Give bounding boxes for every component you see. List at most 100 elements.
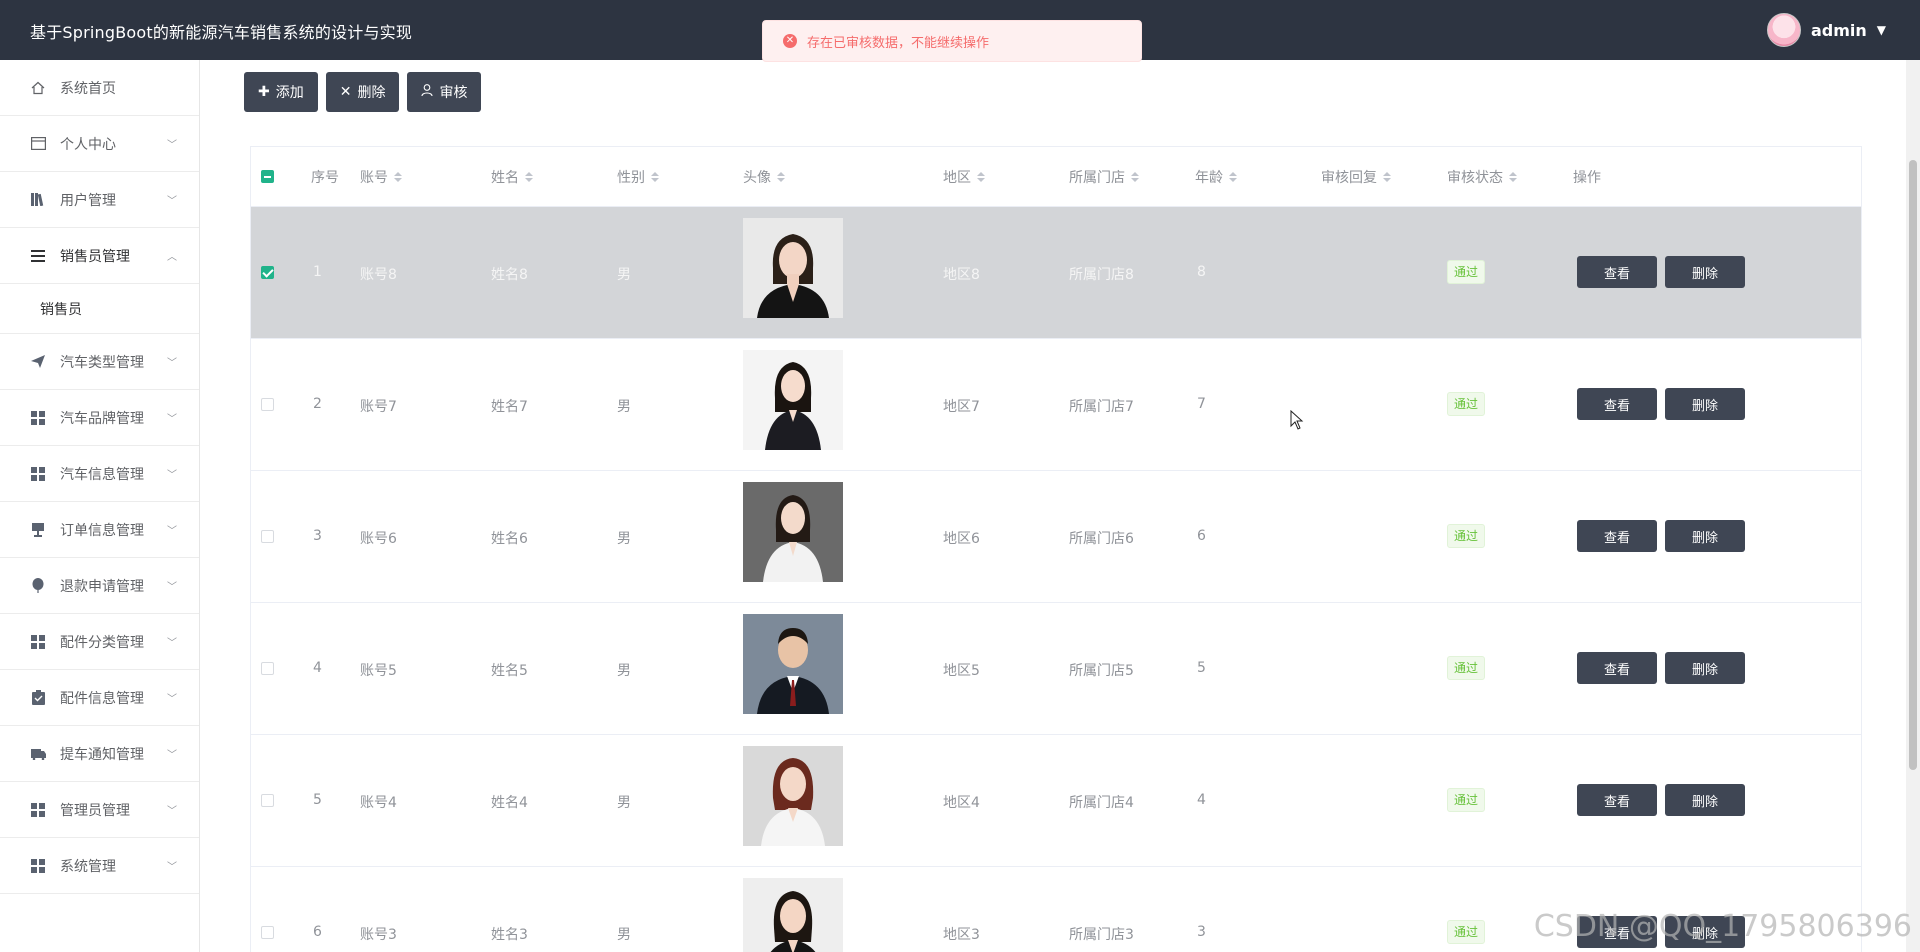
sidebar-item-parts-category[interactable]: 配件分类管理 ﹀ xyxy=(0,614,199,670)
chevron-down-icon: ﹀ xyxy=(167,358,177,369)
cell-region: 地区4 xyxy=(943,795,980,811)
sidebar-item-parts-info[interactable]: 配件信息管理 ﹀ xyxy=(0,670,199,726)
cell-index: 1 xyxy=(313,264,322,280)
row-checkbox[interactable] xyxy=(261,662,274,675)
sidebar-item-pickup-notice[interactable]: 提车通知管理 ﹀ xyxy=(0,726,199,782)
header-region[interactable]: 地区 xyxy=(943,167,985,187)
grid-icon xyxy=(30,634,46,650)
data-table: 序号 账号 姓名 性别 头像 地区 所属门店 年龄 审核回复 审核状态 操作 1… xyxy=(250,146,1862,952)
view-button[interactable]: 查看 xyxy=(1577,388,1657,420)
scrollbar-thumb[interactable] xyxy=(1909,160,1917,770)
cell-gender: 男 xyxy=(617,531,631,547)
chevron-down-icon: ﹀ xyxy=(167,582,177,593)
view-button[interactable]: 查看 xyxy=(1577,652,1657,684)
row-checkbox[interactable] xyxy=(261,794,274,807)
sidebar-item-car-type[interactable]: 汽车类型管理 ﹀ xyxy=(0,334,199,390)
add-button[interactable]: ✚ 添加 xyxy=(244,72,318,112)
avatar-photo[interactable] xyxy=(743,350,843,450)
header-photo[interactable]: 头像 xyxy=(743,167,785,187)
sidebar-item-profile[interactable]: 个人中心 ﹀ xyxy=(0,116,199,172)
chevron-down-icon: ﹀ xyxy=(167,862,177,873)
sidebar-item-car-brand[interactable]: 汽车品牌管理 ﹀ xyxy=(0,390,199,446)
row-delete-button[interactable]: 删除 xyxy=(1665,520,1745,552)
avatar-photo[interactable] xyxy=(743,218,843,318)
view-button[interactable]: 查看 xyxy=(1577,784,1657,816)
cell-region: 地区8 xyxy=(943,267,980,283)
toast-message: 存在已审核数据，不能继续操作 xyxy=(807,35,990,51)
sidebar-item-refunds[interactable]: 退款申请管理 ﹀ xyxy=(0,558,199,614)
avatar[interactable] xyxy=(1766,13,1801,47)
user-menu[interactable]: admin ▼ xyxy=(1766,13,1886,47)
card-icon xyxy=(30,136,46,152)
avatar-photo[interactable] xyxy=(743,482,843,582)
home-icon xyxy=(30,80,46,96)
cell-account: 账号4 xyxy=(360,795,397,811)
sort-icon xyxy=(651,171,659,182)
avatar-photo[interactable] xyxy=(743,878,843,952)
grid-icon xyxy=(30,410,46,426)
row-delete-button[interactable]: 删除 xyxy=(1665,784,1745,816)
sidebar-item-car-info[interactable]: 汽车信息管理 ﹀ xyxy=(0,446,199,502)
caret-down-icon[interactable]: ▼ xyxy=(1877,23,1886,37)
header-reply[interactable]: 审核回复 xyxy=(1321,167,1391,187)
status-badge: 通过 xyxy=(1447,656,1486,680)
plus-icon: ✚ xyxy=(258,84,270,100)
cell-store: 所属门店4 xyxy=(1069,795,1134,811)
bus-icon xyxy=(30,746,46,762)
close-icon: ✕ xyxy=(339,84,352,100)
avatar-photo[interactable] xyxy=(743,614,843,714)
view-button[interactable]: 查看 xyxy=(1577,256,1657,288)
cell-gender: 男 xyxy=(617,663,631,679)
row-checkbox[interactable] xyxy=(261,926,274,939)
cell-index: 2 xyxy=(313,396,322,412)
cell-gender: 男 xyxy=(617,399,631,415)
cell-index: 6 xyxy=(313,924,322,940)
sidebar-subitem-salesperson[interactable]: 销售员 xyxy=(0,284,199,334)
header-status[interactable]: 审核状态 xyxy=(1447,167,1517,187)
sidebar-item-users[interactable]: 用户管理 ﹀ xyxy=(0,172,199,228)
sidebar-item-label: 个人中心 xyxy=(60,136,116,153)
sidebar-item-label: 系统管理 xyxy=(60,858,116,875)
vertical-scrollbar[interactable] xyxy=(1906,60,1920,952)
grid-icon xyxy=(30,802,46,818)
sidebar-item-system[interactable]: 系统管理 ﹀ xyxy=(0,838,199,894)
sidebar-item-label: 退款申请管理 xyxy=(60,578,144,595)
books-icon xyxy=(30,192,46,208)
sidebar-item-admins[interactable]: 管理员管理 ﹀ xyxy=(0,782,199,838)
select-all-checkbox[interactable] xyxy=(261,170,274,183)
header-age[interactable]: 年龄 xyxy=(1195,167,1237,187)
header-gender[interactable]: 性别 xyxy=(617,167,659,187)
header-store[interactable]: 所属门店 xyxy=(1069,167,1139,187)
table-row[interactable]: 1 账号8 姓名8 男 地区8 所属门店8 8 通过 查看 删除 xyxy=(251,207,1861,339)
row-delete-button[interactable]: 删除 xyxy=(1665,256,1745,288)
sidebar-item-orders[interactable]: 订单信息管理 ﹀ xyxy=(0,502,199,558)
sidebar-item-label: 销售员管理 xyxy=(60,248,130,265)
row-delete-button[interactable]: 删除 xyxy=(1665,388,1745,420)
table-row[interactable]: 2 账号7 姓名7 男 地区7 所属门店7 7 通过 查看 删除 xyxy=(251,339,1861,471)
row-checkbox[interactable] xyxy=(261,530,274,543)
sort-icon xyxy=(1131,171,1139,182)
audit-button[interactable]: 审核 xyxy=(407,72,482,112)
sidebar-item-home[interactable]: 系统首页 xyxy=(0,60,199,116)
delete-button[interactable]: ✕ 删除 xyxy=(325,72,400,112)
chevron-down-icon: ﹀ xyxy=(167,470,177,481)
header-account[interactable]: 账号 xyxy=(360,167,402,187)
sort-icon xyxy=(525,171,533,182)
username[interactable]: admin xyxy=(1811,21,1867,40)
avatar-photo[interactable] xyxy=(743,746,843,846)
sidebar-item-label: 管理员管理 xyxy=(60,802,130,819)
cell-account: 账号7 xyxy=(360,399,397,415)
table-row[interactable]: 3 账号6 姓名6 男 地区6 所属门店6 6 通过 查看 删除 xyxy=(251,471,1861,603)
row-checkbox[interactable] xyxy=(261,398,274,411)
monitor-icon xyxy=(30,522,46,538)
balloon-icon xyxy=(30,578,46,594)
send-icon xyxy=(30,354,46,370)
sidebar-item-label: 系统首页 xyxy=(60,80,116,97)
sidebar-item-salesperson-mgmt[interactable]: 销售员管理 ︿ xyxy=(0,228,199,284)
table-row[interactable]: 5 账号4 姓名4 男 地区4 所属门店4 4 通过 查看 删除 xyxy=(251,735,1861,867)
row-checkbox[interactable] xyxy=(261,266,274,279)
table-row[interactable]: 4 账号5 姓名5 男 地区5 所属门店5 5 通过 查看 删除 xyxy=(251,603,1861,735)
header-name[interactable]: 姓名 xyxy=(491,167,533,187)
view-button[interactable]: 查看 xyxy=(1577,520,1657,552)
row-delete-button[interactable]: 删除 xyxy=(1665,652,1745,684)
